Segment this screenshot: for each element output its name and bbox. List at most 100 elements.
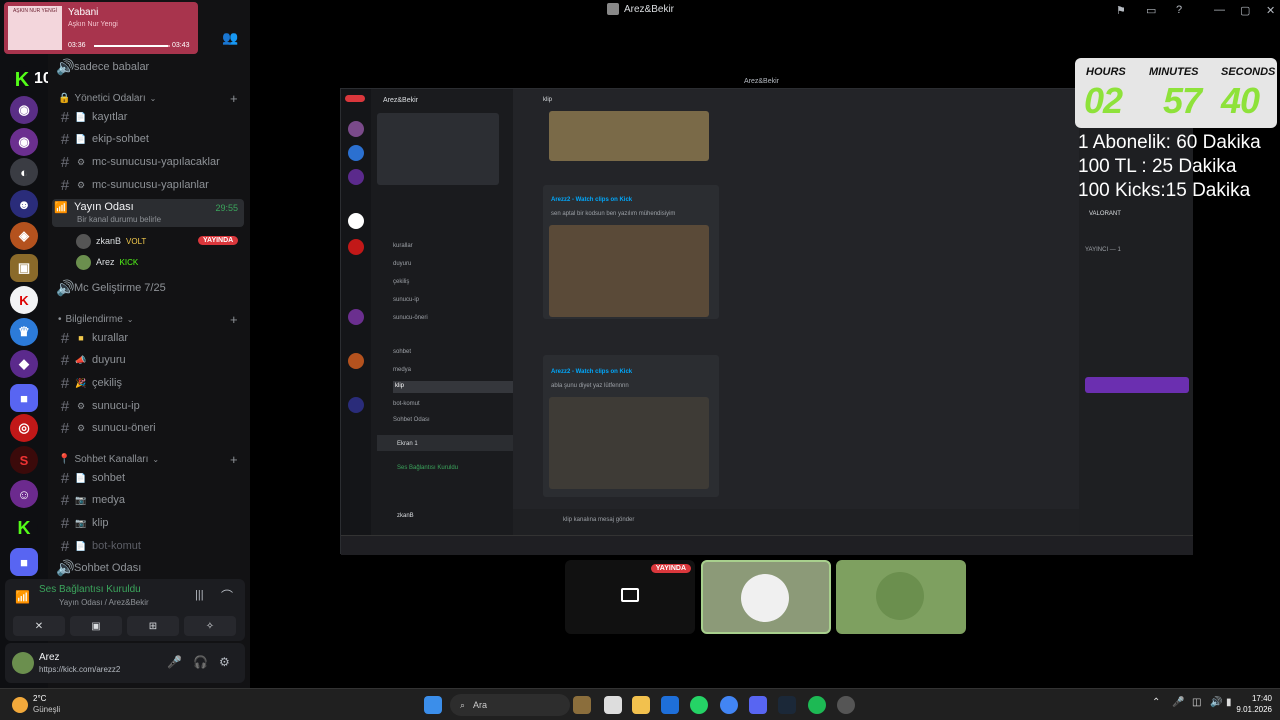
add-channel-icon: +: [230, 452, 238, 467]
user-panel: Arez https://kick.com/arezz2 🎤 🎧 ⚙: [5, 643, 245, 683]
sub-rule: 100 TL : 25 Dakika: [1078, 156, 1237, 177]
channel-item[interactable]: # 📄 sohbet: [56, 468, 244, 488]
participant-tile[interactable]: [701, 560, 831, 634]
channel-item[interactable]: # ⚙ mc-sunucusu-yapılanlar: [56, 175, 244, 195]
category-admin[interactable]: 🔒 Yönetici Odaları ⌄ +: [58, 91, 238, 106]
server-icon[interactable]: ◉: [10, 128, 38, 156]
monitor-icon: [621, 588, 639, 602]
voice-channel[interactable]: 🔊 Sohbet Odası: [56, 558, 244, 578]
add-channel-icon: +: [230, 312, 238, 327]
gear-icon[interactable]: ⚙: [219, 655, 230, 669]
progress-bar: [94, 45, 170, 47]
microphone-icon[interactable]: 🎤: [167, 655, 182, 669]
stream-server-rail: [341, 89, 371, 535]
soundboard-button[interactable]: ✧: [184, 616, 236, 636]
settings-icon[interactable]: [837, 696, 855, 714]
headphones-icon[interactable]: 🎧: [193, 655, 208, 669]
server-icon[interactable]: ▣: [10, 254, 38, 282]
server-icon[interactable]: ■: [10, 384, 38, 412]
clock-date[interactable]: 9.01.2026: [1222, 705, 1272, 714]
microphone-icon[interactable]: 🎤: [1172, 697, 1184, 708]
chevron-up-icon[interactable]: ⌃: [1152, 697, 1160, 708]
kick-server-icon[interactable]: K: [10, 514, 38, 542]
avatar: [741, 574, 789, 622]
voice-channel[interactable]: 🔊 Mc Geliştirme 7/25: [56, 278, 244, 298]
minimize-icon[interactable]: —: [1214, 4, 1226, 16]
avatar[interactable]: [12, 652, 34, 674]
server-icon[interactable]: ♛: [10, 318, 38, 346]
channel-item[interactable]: # 📄 kayıtlar: [56, 107, 244, 127]
participant-tile[interactable]: [836, 560, 966, 634]
camera-button[interactable]: ✕: [13, 616, 65, 636]
widget-icon[interactable]: [573, 696, 591, 714]
user-name: Arez: [39, 652, 60, 663]
avatar: [76, 254, 91, 270]
category-chat[interactable]: 📍 Sohbet Kanalları ⌄ +: [58, 452, 238, 467]
screen-share-button[interactable]: ▣: [70, 616, 122, 636]
activities-button[interactable]: ⊞: [127, 616, 179, 636]
channel-item[interactable]: # 🎉 çekiliş: [56, 373, 244, 393]
server-icon[interactable]: ◆: [10, 350, 38, 378]
server-icon[interactable]: ☺: [10, 480, 38, 508]
server-icon[interactable]: ◐: [10, 158, 38, 186]
voice-user[interactable]: Arez KICK: [76, 253, 138, 271]
close-icon[interactable]: ✕: [1266, 4, 1278, 17]
volume-icon[interactable]: 🔊: [1210, 697, 1222, 708]
channel-item[interactable]: # 📷 klip: [56, 513, 244, 533]
voice-channel-top[interactable]: 🔊 sadece babalar: [56, 57, 244, 77]
server-icon[interactable]: K: [10, 286, 38, 314]
server-icon[interactable]: S: [10, 446, 38, 474]
add-friend-icon[interactable]: 👥: [222, 30, 238, 46]
channel-item[interactable]: # ⚙ sunucu-öneri: [56, 418, 244, 438]
server-icon[interactable]: ◉: [10, 96, 38, 124]
elapsed-time: 03:36: [68, 42, 86, 49]
maximize-icon[interactable]: ▢: [1240, 4, 1252, 17]
seconds-value: 40: [1221, 80, 1260, 121]
windows-taskbar: 2°C Güneşli ⌕ Ara ⌃ 🎤 ◫ 🔊 ▮ 17:40 9.01.20…: [0, 688, 1280, 720]
network-icon[interactable]: ◫: [1192, 697, 1201, 708]
weather-temp: 2°C: [33, 694, 47, 703]
channel-item[interactable]: # ■ kurallar: [56, 328, 244, 348]
server-icon[interactable]: ◎: [10, 414, 38, 442]
category-info[interactable]: • Bilgilendirme ⌄ +: [58, 312, 238, 327]
task-view-icon[interactable]: [604, 696, 622, 714]
voice-location: Yayın Odası / Arez&Bekir: [59, 598, 149, 607]
whatsapp-icon[interactable]: [690, 696, 708, 714]
track-title: Yabani: [68, 7, 99, 18]
noise-suppression-icon[interactable]: |||: [195, 589, 204, 601]
help-icon[interactable]: ?: [1176, 4, 1188, 16]
file-explorer-icon[interactable]: [632, 696, 650, 714]
channel-item[interactable]: # 📣 duyuru: [56, 350, 244, 370]
add-channel-icon: +: [230, 91, 238, 106]
spotify-icon[interactable]: [808, 696, 826, 714]
stream-chat: klip Arezz2 - Watch clips on Kick sen ap…: [513, 89, 1079, 535]
monitor-icon[interactable]: ▭: [1146, 4, 1158, 17]
sub-rule: 100 Kicks:15 Dakika: [1078, 180, 1251, 201]
discord-icon[interactable]: [749, 696, 767, 714]
inbox-icon[interactable]: ⚑: [1116, 4, 1128, 17]
start-icon[interactable]: [424, 696, 442, 714]
server-icon[interactable]: ◈: [10, 222, 38, 250]
stream-video[interactable]: Arez&Bekir kurallar duyuru çekiliş sunuc…: [340, 88, 1193, 555]
kick-server-icon[interactable]: K: [8, 66, 36, 94]
channel-item[interactable]: # ⚙ mc-sunucusu-yapılacaklar: [56, 152, 244, 172]
steam-icon[interactable]: [778, 696, 796, 714]
search-box[interactable]: ⌕ Ara: [450, 694, 570, 716]
server-icon[interactable]: ☻: [10, 190, 38, 218]
sub-rule: 1 Abonelik: 60 Dakika: [1078, 132, 1261, 153]
live-badge: YAYINDA: [198, 236, 239, 245]
seconds-label: SECONDS: [1221, 66, 1276, 78]
channel-item[interactable]: # 📄 ekip-sohbet: [56, 129, 244, 149]
channel-item[interactable]: # 📷 medya: [56, 490, 244, 510]
server-icon[interactable]: ■: [10, 548, 38, 576]
chrome-icon[interactable]: [720, 696, 738, 714]
outlook-icon[interactable]: [661, 696, 679, 714]
voice-user[interactable]: zkanB VOLT: [76, 232, 146, 250]
avatar: [76, 233, 91, 249]
participant-tile-screen[interactable]: YAYINDA: [565, 560, 695, 634]
channel-item[interactable]: # 📄 bot-komut: [56, 536, 244, 556]
clock-time[interactable]: 17:40: [1232, 694, 1272, 703]
channel-item[interactable]: # ⚙ sunucu-ip: [56, 396, 244, 416]
voice-channel-stream-room[interactable]: 📶 Yayın Odası 29:55 Bir kanal durumu beli…: [52, 199, 244, 227]
disconnect-icon[interactable]: ⌒: [221, 587, 233, 604]
